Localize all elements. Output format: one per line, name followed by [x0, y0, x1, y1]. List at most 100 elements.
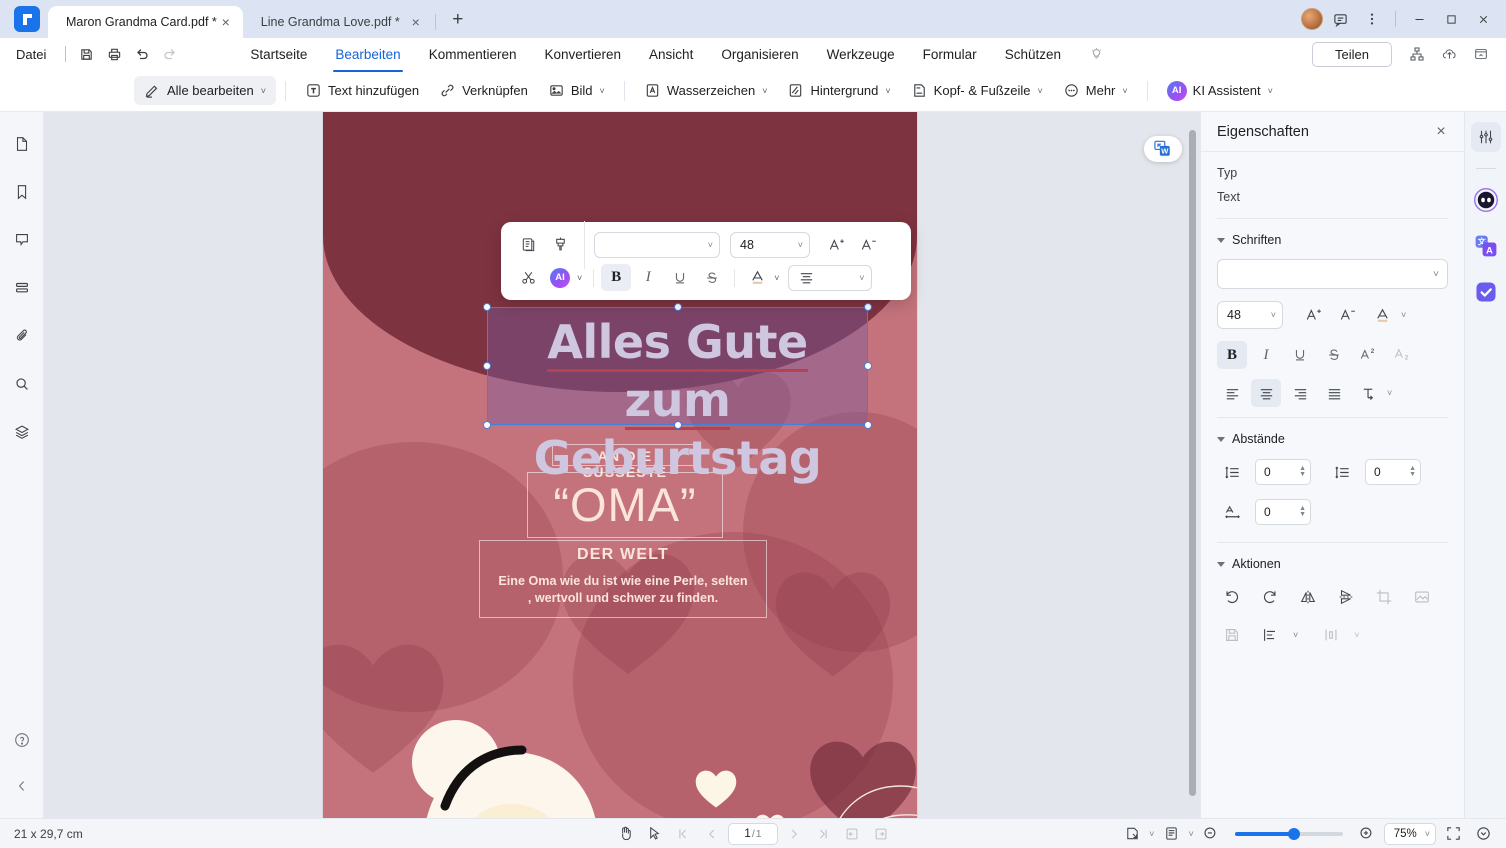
- line-spacing-input[interactable]: 0 ▲ ▼: [1255, 459, 1311, 485]
- chevron-down-icon[interactable]: ˅: [1387, 388, 1392, 398]
- close-window-button[interactable]: [1468, 6, 1498, 32]
- strikethrough-button[interactable]: [697, 264, 727, 291]
- subscript-button[interactable]: 2: [1387, 341, 1417, 369]
- menu-startseite[interactable]: Startseite: [236, 41, 321, 68]
- menu-kommentieren[interactable]: Kommentieren: [415, 41, 531, 68]
- ribbon-wasserzeichen[interactable]: Wasserzeichen ˅: [634, 76, 778, 105]
- chevron-down-icon[interactable]: ˅: [774, 273, 779, 283]
- resize-handle-s[interactable]: [673, 421, 682, 429]
- cut-icon[interactable]: [513, 264, 543, 291]
- chevron-down-icon[interactable]: ˅: [1354, 630, 1359, 640]
- menu-organisieren[interactable]: Organisieren: [707, 41, 812, 68]
- menu-konvertieren[interactable]: Konvertieren: [531, 41, 636, 68]
- font-family-select[interactable]: ˅: [594, 231, 720, 258]
- resize-handle-sw[interactable]: [483, 421, 491, 429]
- align-left-button[interactable]: [1217, 379, 1247, 407]
- text-direction-button[interactable]: [1353, 379, 1383, 407]
- textbox-der-welt-and-body[interactable]: DER WELT Eine Oma wie du ist wie eine Pe…: [479, 540, 767, 618]
- page-number-input[interactable]: 1 / 1: [728, 822, 778, 845]
- align-right-button[interactable]: [1285, 379, 1315, 407]
- format-painter-icon[interactable]: [545, 231, 575, 258]
- menu-schuetzen[interactable]: Schützen: [991, 41, 1075, 68]
- resize-handle-ne[interactable]: [864, 303, 872, 311]
- increase-font-size-icon[interactable]: [822, 231, 852, 258]
- section-schriften[interactable]: Schriften: [1217, 233, 1448, 247]
- task-check-icon[interactable]: [1471, 277, 1501, 307]
- comment-icon[interactable]: [8, 226, 36, 254]
- zoom-slider-handle[interactable]: [1287, 827, 1300, 840]
- menu-formular[interactable]: Formular: [909, 41, 991, 68]
- document-canvas[interactable]: AN DIE SÜSSESTE “OMA” DER WELT Eine Oma …: [44, 112, 1200, 818]
- floating-format-toolbar[interactable]: ˅ 48 ˅ AI ˅ B I ˅ ˅: [501, 220, 911, 300]
- increase-font-size-icon[interactable]: [1299, 301, 1329, 329]
- bookmark-icon[interactable]: [8, 178, 36, 206]
- feedback-icon[interactable]: [1325, 6, 1355, 32]
- resize-handle-se[interactable]: [864, 421, 872, 429]
- decrease-font-size-icon[interactable]: [1333, 301, 1363, 329]
- align-center-button[interactable]: [1251, 379, 1281, 407]
- decrease-font-size-icon[interactable]: [854, 231, 884, 258]
- stepper-arrows-icon[interactable]: ▲ ▼: [1409, 465, 1416, 478]
- panel-font-family-select[interactable]: ˅: [1217, 259, 1448, 289]
- hand-tool-icon[interactable]: [612, 822, 638, 846]
- zoom-out-button[interactable]: [1198, 822, 1224, 846]
- align-objects-icon[interactable]: [1255, 621, 1285, 649]
- ribbon-kopf-fusszeile[interactable]: Kopf- & Fußzeile ˅: [901, 76, 1053, 105]
- undo-icon[interactable]: [128, 42, 156, 66]
- chevron-down-icon[interactable]: ˅: [1188, 829, 1193, 839]
- ribbon-ki-assistent[interactable]: AI KI Assistent ˅: [1157, 75, 1283, 107]
- tab-maron-grandma-card[interactable]: Maron Grandma Card.pdf * ×: [48, 6, 243, 38]
- menu-datei[interactable]: Datei: [0, 47, 59, 62]
- minimize-button[interactable]: [1404, 6, 1434, 32]
- word-export-button[interactable]: W: [1144, 136, 1182, 162]
- page-layout-icon[interactable]: [8, 274, 36, 302]
- maximize-button[interactable]: [1436, 6, 1466, 32]
- menu-werkzeuge[interactable]: Werkzeuge: [813, 41, 909, 68]
- print-icon[interactable]: [100, 42, 128, 66]
- close-icon[interactable]: ×: [1430, 121, 1452, 143]
- stepper-arrows-icon[interactable]: ▲ ▼: [1299, 505, 1306, 518]
- menu-ansicht[interactable]: Ansicht: [635, 41, 707, 68]
- resize-handle-e[interactable]: [864, 362, 872, 370]
- chevron-down-icon[interactable]: ˅: [577, 273, 582, 283]
- translate-icon[interactable]: 文 A: [1471, 231, 1501, 261]
- chevron-down-icon[interactable]: ˅: [1149, 829, 1154, 839]
- page-thumbnails-icon[interactable]: [8, 130, 36, 158]
- cloud-upload-icon[interactable]: [1434, 41, 1464, 67]
- resize-handle-n[interactable]: [673, 303, 682, 311]
- italic-button[interactable]: I: [633, 264, 663, 291]
- ribbon-verknuepfen[interactable]: Verknüpfen: [429, 76, 538, 105]
- ribbon-bild[interactable]: Bild ˅: [538, 76, 615, 105]
- vertical-scrollbar[interactable]: [1189, 130, 1196, 796]
- paragraph-spacing-input[interactable]: 0 ▲ ▼: [1365, 459, 1421, 485]
- rotate-right-icon[interactable]: [1255, 583, 1285, 611]
- collapse-panel-icon[interactable]: [8, 772, 36, 800]
- new-tab-button[interactable]: +: [444, 6, 472, 34]
- avatar[interactable]: [1301, 8, 1323, 30]
- fullscreen-icon[interactable]: [1440, 822, 1466, 846]
- ribbon-mehr[interactable]: Mehr ˅: [1053, 76, 1138, 105]
- section-aktionen[interactable]: Aktionen: [1217, 557, 1448, 571]
- ribbon-text-hinzufuegen[interactable]: Text hinzufügen: [295, 76, 429, 105]
- share-network-icon[interactable]: [1402, 41, 1432, 67]
- selected-text-object[interactable]: Alles Gute zum Geburtstag: [483, 303, 872, 485]
- ribbon-hintergrund[interactable]: Hintergrund ˅: [777, 76, 900, 105]
- character-spacing-input[interactable]: 0 ▲ ▼: [1255, 499, 1311, 525]
- more-view-options-icon[interactable]: [1470, 822, 1496, 846]
- zoom-in-button[interactable]: [1354, 822, 1380, 846]
- page-scroll-mode-icon[interactable]: [1119, 822, 1145, 846]
- search-icon[interactable]: [8, 370, 36, 398]
- superscript-button[interactable]: 2: [1353, 341, 1383, 369]
- chevron-down-icon[interactable]: ˅: [1401, 310, 1406, 320]
- flip-vertical-icon[interactable]: [1331, 583, 1361, 611]
- strikethrough-button[interactable]: [1319, 341, 1349, 369]
- font-size-select[interactable]: 48 ˅: [730, 231, 810, 258]
- underline-button[interactable]: [1285, 341, 1315, 369]
- collapse-ribbon-icon[interactable]: [1466, 41, 1496, 67]
- zoom-slider[interactable]: [1234, 827, 1343, 840]
- rotate-left-icon[interactable]: [1217, 583, 1247, 611]
- panel-font-size-select[interactable]: 48 ˅: [1217, 301, 1283, 329]
- flip-horizontal-icon[interactable]: [1293, 583, 1323, 611]
- copy-format-icon[interactable]: [513, 231, 543, 258]
- ai-chatbot-icon[interactable]: [1471, 185, 1501, 215]
